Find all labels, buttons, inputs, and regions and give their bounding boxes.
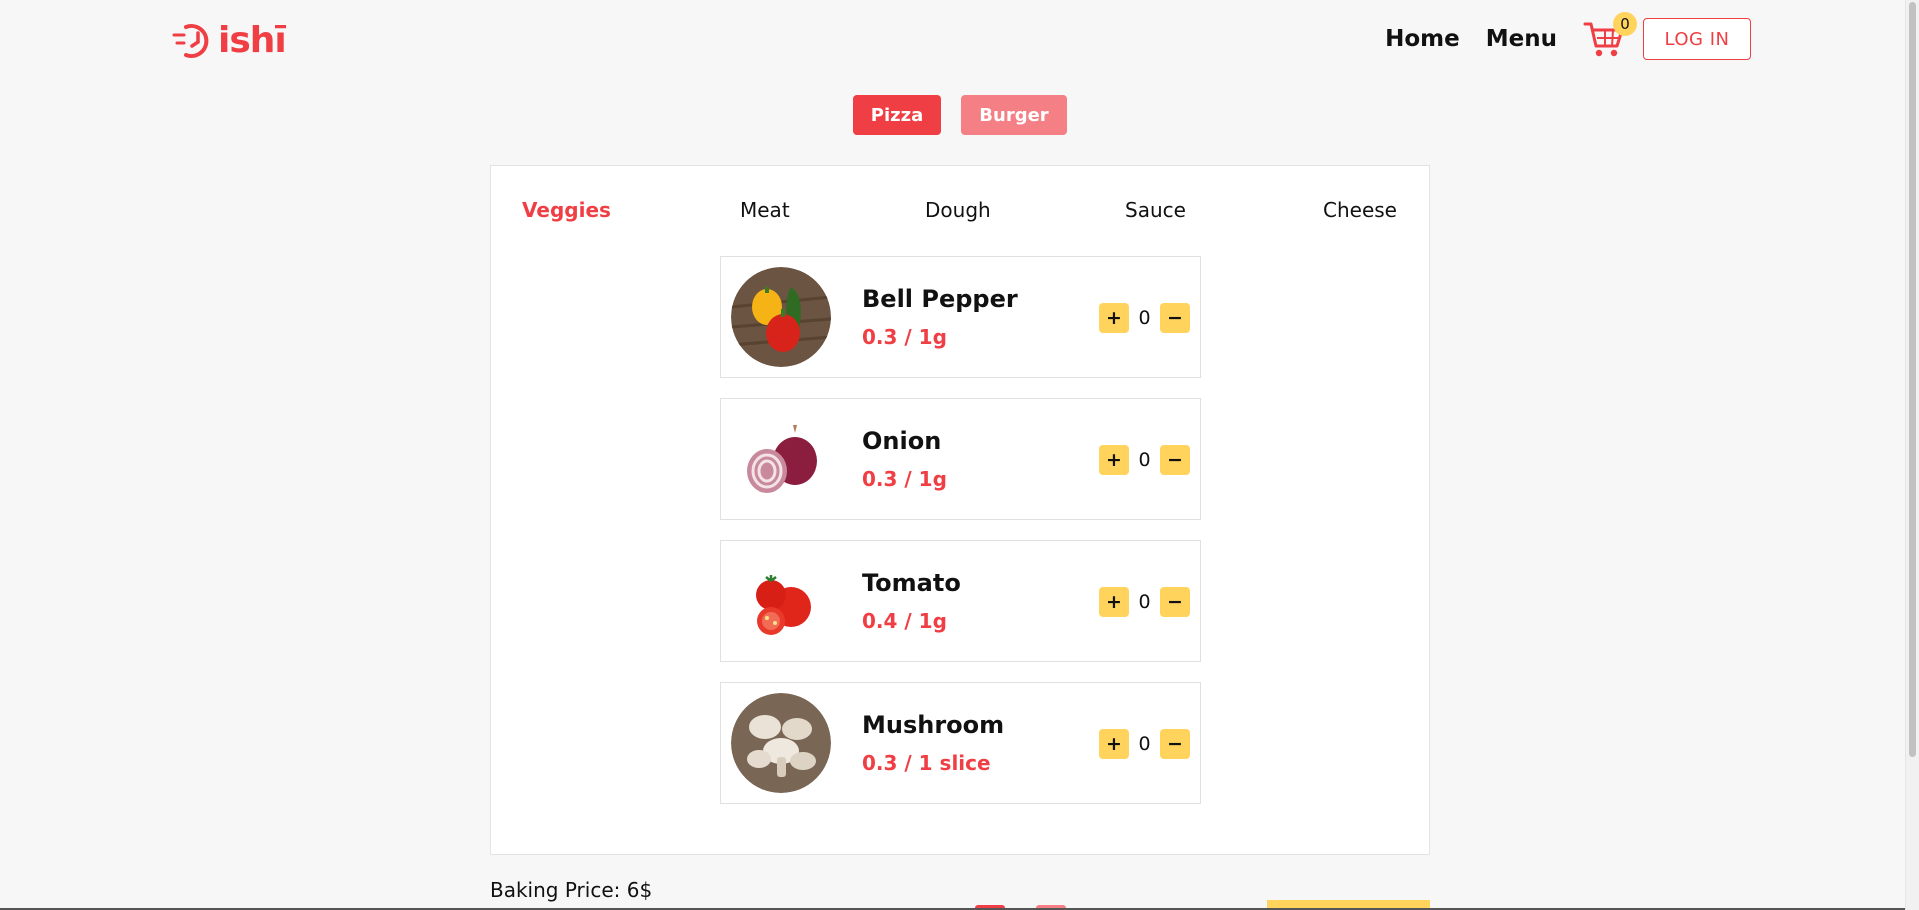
ingredient-name: Mushroom: [862, 711, 1005, 739]
onion-image: [731, 409, 831, 509]
ingredient-tabs: Veggies Meat Dough Sauce Cheese: [491, 198, 1429, 228]
cart-count-badge: 0: [1613, 12, 1637, 36]
category-toggle: Pizza Burger: [853, 95, 1067, 135]
tab-meat[interactable]: Meat: [740, 198, 790, 222]
quantity-value: 0: [1138, 733, 1151, 755]
tab-dough[interactable]: Dough: [925, 198, 991, 222]
quantity-stepper: + 0 −: [1099, 445, 1190, 475]
quantity-stepper: + 0 −: [1099, 303, 1190, 333]
nav-home-link[interactable]: Home: [1385, 26, 1460, 52]
cart-button[interactable]: 0: [1583, 12, 1637, 60]
category-pizza-button[interactable]: Pizza: [853, 95, 941, 135]
ingredient-card: Mushroom 0.3 / 1 slice + 0 −: [720, 682, 1201, 804]
quantity-stepper: + 0 −: [1099, 587, 1190, 617]
ingredient-card: Tomato 0.4 / 1g + 0 −: [720, 540, 1201, 662]
increase-button[interactable]: +: [1099, 445, 1129, 475]
quantity-value: 0: [1138, 307, 1151, 329]
nav-menu-link[interactable]: Menu: [1486, 26, 1557, 52]
decrease-button[interactable]: −: [1160, 445, 1190, 475]
ingredient-price: 0.4 / 1g: [862, 609, 947, 633]
ingredient-price: 0.3 / 1g: [862, 325, 947, 349]
decrease-button[interactable]: −: [1160, 303, 1190, 333]
ingredient-name: Tomato: [862, 569, 961, 597]
ingredients-panel: Veggies Meat Dough Sauce Cheese Bell Pep…: [490, 165, 1430, 855]
bell-pepper-image: [731, 267, 831, 367]
ingredient-price: 0.3 / 1 slice: [862, 751, 991, 775]
login-button[interactable]: LOG IN: [1643, 18, 1751, 60]
ingredient-name: Onion: [862, 427, 942, 455]
increase-button[interactable]: +: [1099, 729, 1129, 759]
increase-button[interactable]: +: [1099, 587, 1129, 617]
brand-logo[interactable]: ishī: [172, 20, 287, 61]
ingredient-name: Bell Pepper: [862, 285, 1018, 313]
page-scrollbar[interactable]: [1905, 0, 1919, 910]
decrease-button[interactable]: −: [1160, 587, 1190, 617]
category-burger-button[interactable]: Burger: [961, 95, 1067, 135]
mushroom-image: [731, 693, 831, 793]
tab-veggies[interactable]: Veggies: [522, 198, 611, 222]
baking-price: Baking Price: 6$: [490, 878, 653, 902]
clock-logo-icon: [172, 23, 209, 58]
tomato-image: [731, 551, 831, 651]
ingredient-card: Onion 0.3 / 1g + 0 −: [720, 398, 1201, 520]
quantity-value: 0: [1138, 449, 1151, 471]
ingredient-price: 0.3 / 1g: [862, 467, 947, 491]
scrollbar-thumb[interactable]: [1909, 2, 1916, 757]
ingredient-card: Bell Pepper 0.3 / 1g + 0 −: [720, 256, 1201, 378]
top-nav: Home Menu 0 LOG IN: [1385, 12, 1751, 60]
increase-button[interactable]: +: [1099, 303, 1129, 333]
quantity-value: 0: [1138, 591, 1151, 613]
decrease-button[interactable]: −: [1160, 729, 1190, 759]
quantity-stepper: + 0 −: [1099, 729, 1190, 759]
logo-text: ishī: [218, 20, 287, 61]
tab-cheese[interactable]: Cheese: [1323, 198, 1397, 222]
tab-sauce[interactable]: Sauce: [1125, 198, 1186, 222]
